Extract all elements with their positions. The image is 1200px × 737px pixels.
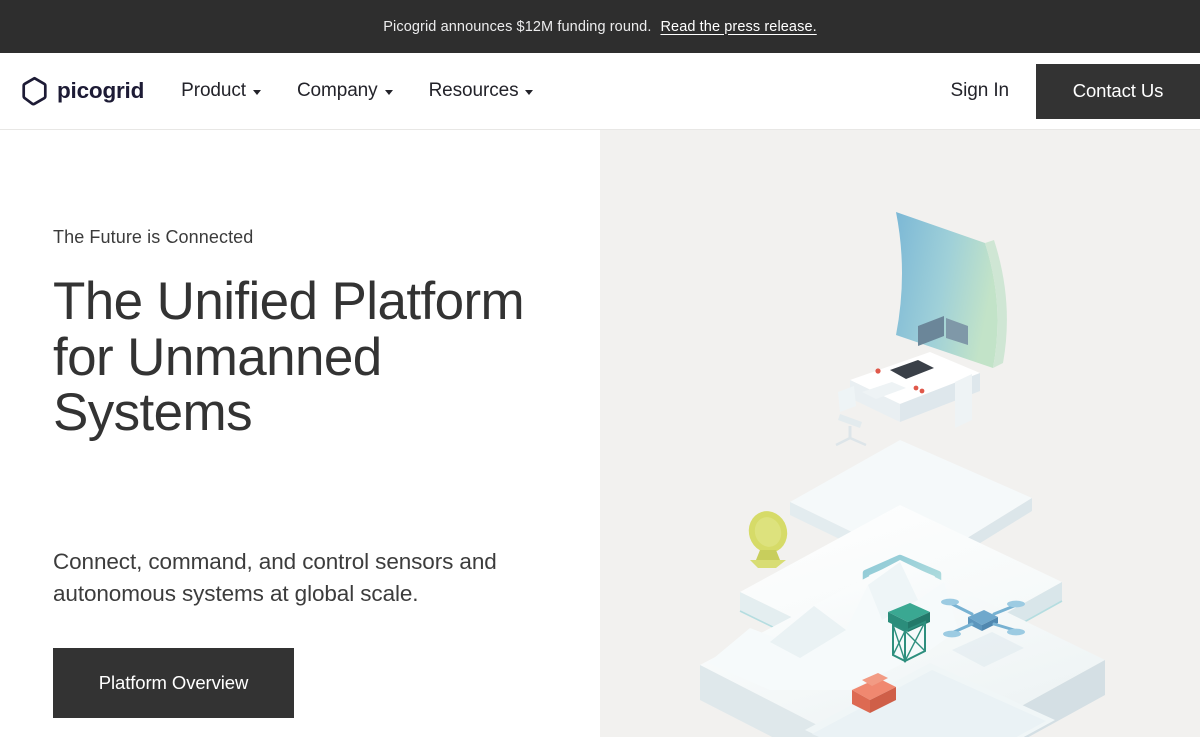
chevron-down-icon: [525, 90, 534, 95]
press-release-link[interactable]: Read the press release.: [660, 19, 816, 35]
announcement-text: Picogrid announces $12M funding round.: [383, 18, 652, 35]
nav-label-resources: Resources: [428, 80, 519, 101]
hero-content: The Future is Connected The Unified Plat…: [0, 130, 600, 737]
nav-item-company[interactable]: Company: [297, 80, 393, 102]
hero-eyebrow: The Future is Connected: [53, 227, 254, 247]
site-header: picogrid Product Company Resources Sign …: [0, 53, 1200, 130]
curved-display-wall: [896, 212, 998, 368]
satellite-dish: [748, 511, 788, 568]
hexagon-logo-icon: [21, 76, 48, 106]
main-navigation: Product Company Resources: [181, 80, 534, 102]
nav-label-product: Product: [181, 80, 246, 101]
hero-illustration-panel: [600, 130, 1200, 737]
contact-us-button[interactable]: Contact Us: [1036, 63, 1200, 119]
page-title: The Unified Platform for Unmanned System…: [53, 272, 525, 443]
platform-overview-button[interactable]: Platform Overview: [53, 647, 294, 718]
brand-logo[interactable]: picogrid: [21, 76, 144, 106]
exploded-isometric-platform-illustration: [700, 212, 1105, 737]
brand-name: picogrid: [57, 78, 145, 103]
nav-label-company: Company: [296, 80, 378, 101]
header-actions: Sign In Contact Us: [951, 53, 1200, 129]
nav-item-resources[interactable]: Resources: [429, 80, 534, 102]
nav-item-product[interactable]: Product: [181, 80, 261, 102]
hero-section: The Future is Connected The Unified Plat…: [0, 130, 1200, 737]
chevron-down-icon: [252, 90, 261, 95]
sign-in-link[interactable]: Sign In: [951, 80, 1010, 102]
announcement-banner: Picogrid announces $12M funding round. R…: [0, 0, 1200, 53]
chevron-down-icon: [384, 90, 393, 95]
hero-subtitle: Connect, command, and control sensors an…: [53, 548, 497, 606]
